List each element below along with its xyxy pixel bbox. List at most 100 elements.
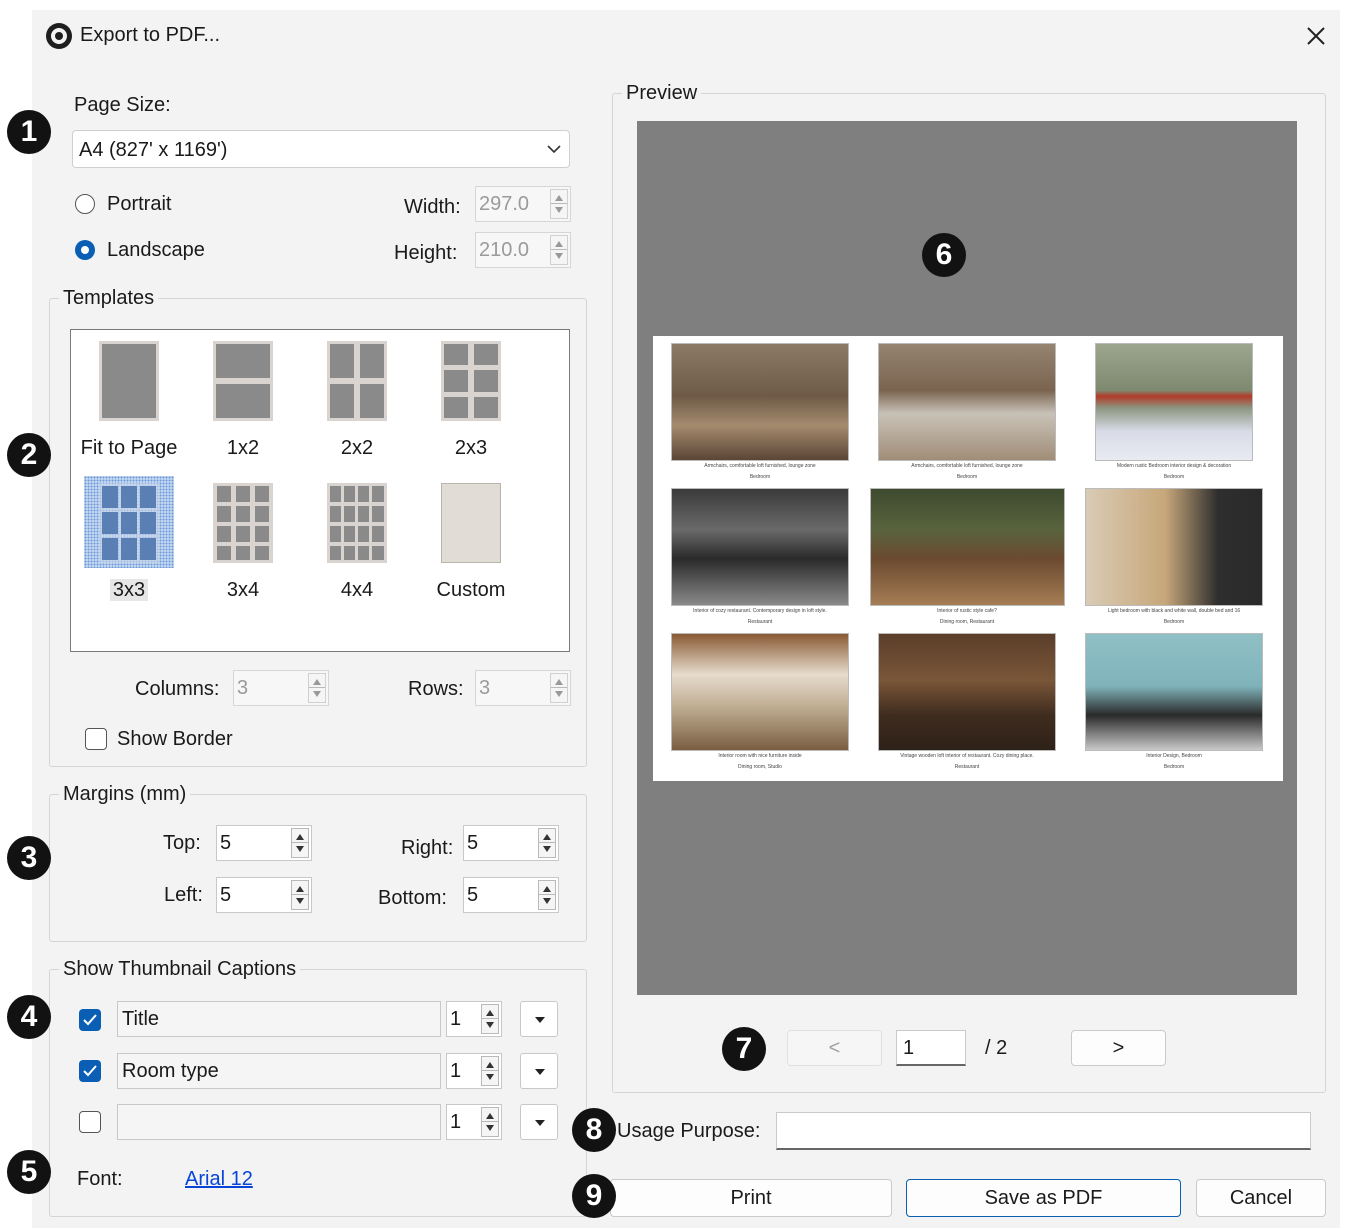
portrait-label: Portrait [107,193,172,215]
height-label: Height: [394,242,458,264]
caption-1-spin-arrows[interactable] [481,1004,499,1034]
font-link[interactable]: Arial 12 [185,1168,253,1191]
caption-1-checkbox[interactable] [79,1009,101,1031]
thumbnail-caption: Interior of cozy restaurant. Contemporar… [693,608,827,614]
preview-thumbnail [1085,633,1263,751]
template-name: Custom [436,579,506,601]
height-stepper[interactable]: 210.0 [475,232,571,268]
columns-value: 3 [237,677,249,699]
template-name: 1x2 [226,437,260,459]
preview-page: Armchairs, comfortable loft furnished, l… [653,336,1283,781]
usage-purpose-input[interactable] [776,1112,1311,1150]
custom-layout-icon [441,483,501,563]
margin-bottom-spin-arrows[interactable] [538,880,556,910]
rows-stepper[interactable]: 3 [475,670,571,706]
print-button[interactable]: Print [610,1179,892,1217]
caption-2-field[interactable]: Room type [117,1053,441,1089]
layout-2x2-icon [327,341,387,421]
prev-page-button[interactable]: < [787,1030,882,1066]
thumbnail-caption: Vintage wooden loft interior of restaura… [900,753,1034,759]
width-value: 297.0 [479,193,530,215]
caption-3-spin-arrows[interactable] [481,1107,499,1137]
template-1x2[interactable]: 1x2 [188,333,298,463]
page-size-select[interactable]: A4 (827' x 1169') [72,130,570,168]
thumbnail-room: Dining room, Studio [738,764,782,770]
margin-top-spin-arrows[interactable] [291,828,309,858]
thumbnail-room: Bedroom [1163,764,1185,770]
template-4x4[interactable]: 4x4 [302,475,412,605]
portrait-radio[interactable] [75,194,95,214]
template-name: 4x4 [340,579,374,601]
columns-stepper[interactable]: 3 [233,670,329,706]
columns-spin-arrows[interactable] [308,673,326,703]
template-3x3[interactable]: 3x3 [74,475,184,605]
template-2x3[interactable]: 2x3 [416,333,526,463]
cancel-button[interactable]: Cancel [1196,1179,1326,1217]
caption-1-field[interactable]: Title [117,1001,441,1037]
checkmark-icon [83,1014,97,1026]
margins-title: Margins (mm) [59,783,191,806]
template-fit-to-page[interactable]: Fit to Page [74,333,184,463]
margin-right-spin-arrows[interactable] [538,828,556,858]
page-size-label: Page Size: [74,94,171,116]
page-total: / 2 [985,1037,1008,1059]
width-label: Width: [404,196,461,218]
annotation-marker-2: 2 [7,433,51,477]
close-icon [1307,27,1325,45]
thumbnail-room: Bedroom [749,474,771,480]
margin-right-stepper[interactable]: 5 [463,825,559,861]
annotation-marker-4: 4 [7,995,51,1039]
caption-3-field[interactable] [117,1104,441,1140]
thumbnail-caption: Armchairs, comfortable loft furnished, l… [911,463,1023,469]
caption-2-spin-arrows[interactable] [481,1056,499,1086]
width-stepper[interactable]: 297.0 [475,186,571,222]
landscape-radio[interactable] [75,240,95,260]
annotation-marker-7: 7 [722,1027,766,1071]
rows-value: 3 [479,677,491,699]
template-2x2[interactable]: 2x2 [302,333,412,463]
caption-3-dropdown-button[interactable] [520,1104,558,1140]
caption-3-lines-stepper[interactable]: 1 [446,1104,502,1140]
margin-right-value: 5 [467,832,479,854]
show-border-checkbox[interactable] [85,728,107,750]
preview-thumbnail [671,343,849,461]
page-number-input[interactable]: 1 [896,1030,966,1066]
thumbnail-caption: Armchairs, comfortable loft furnished, l… [704,463,816,469]
caption-2-dropdown-button[interactable] [520,1053,558,1089]
save-as-pdf-button[interactable]: Save as PDF [906,1179,1181,1217]
margin-bottom-stepper[interactable]: 5 [463,877,559,913]
caption-2-checkbox[interactable] [79,1060,101,1082]
caption-1-value: Title [122,1008,160,1030]
captions-title: Show Thumbnail Captions [59,958,301,981]
template-name: Fit to Page [80,437,178,459]
width-spin-arrows[interactable] [550,189,568,219]
template-name: 2x2 [340,437,374,459]
annotation-marker-5: 5 [7,1150,51,1194]
preview-thumbnail [1085,488,1263,606]
height-value: 210.0 [479,239,530,261]
caption-1-dropdown-button[interactable] [520,1001,558,1037]
caption-2-lines-stepper[interactable]: 1 [446,1053,502,1089]
margin-left-stepper[interactable]: 5 [216,877,312,913]
margin-left-spin-arrows[interactable] [291,880,309,910]
layout-4x4-icon [327,483,387,563]
rows-spin-arrows[interactable] [550,673,568,703]
thumbnail-room: Restaurant [954,764,980,770]
thumbnail-caption: Light bedroom with black and white wall,… [1107,608,1241,614]
preview-thumbnail [878,633,1056,751]
caption-1-lines-stepper[interactable]: 1 [446,1001,502,1037]
chevron-down-icon [547,145,561,154]
landscape-label: Landscape [107,239,205,261]
next-page-button[interactable]: > [1071,1030,1166,1066]
caption-3-checkbox[interactable] [79,1111,101,1133]
height-spin-arrows[interactable] [550,235,568,265]
template-3x4[interactable]: 3x4 [188,475,298,605]
margins-group [49,794,587,942]
preview-thumbnail [878,343,1056,461]
template-custom[interactable]: Custom [416,475,526,605]
page-size-value: A4 (827' x 1169') [79,139,228,161]
usage-purpose-label: Usage Purpose: [617,1120,761,1142]
margin-top-stepper[interactable]: 5 [216,825,312,861]
window-title: Export to PDF... [80,24,221,46]
close-button[interactable] [1296,16,1336,56]
